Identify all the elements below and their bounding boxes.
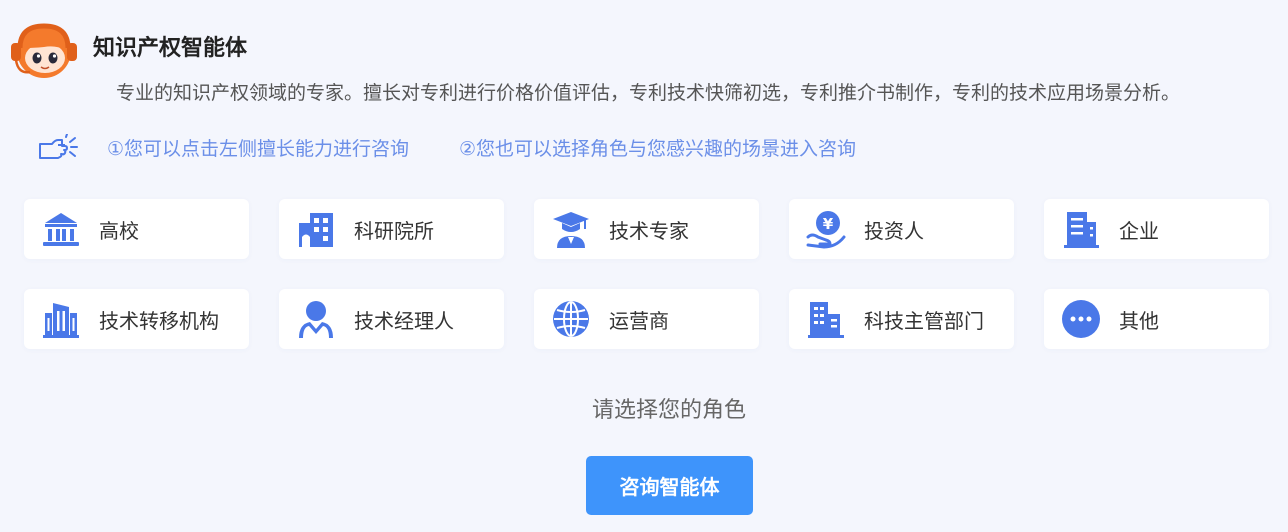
role-card-enterprise[interactable]: 企业 — [1044, 199, 1269, 259]
role-label: 投资人 — [864, 218, 924, 243]
hint-choose-role: ②您也可以选择角色与您感兴趣的场景进入咨询 — [459, 138, 857, 160]
role-card-tech-expert[interactable]: 技术专家 — [534, 199, 759, 259]
role-label: 技术经理人 — [354, 308, 454, 333]
agent-description: 专业的知识产权领域的专家。擅长对专利进行价格价值评估，专利技术快筛初选，专利推介… — [116, 82, 1181, 104]
select-role-prompt: 请选择您的角色 — [591, 398, 746, 423]
svg-text:¥: ¥ — [823, 215, 834, 233]
consult-agent-button[interactable]: 咨询智能体 — [586, 456, 753, 515]
role-label: 运营商 — [609, 308, 669, 333]
role-label: 科研院所 — [354, 218, 434, 243]
role-label: 高校 — [99, 218, 139, 243]
yuan-coin-hand-icon: ¥ — [806, 211, 846, 249]
role-label: 技术转移机构 — [99, 308, 219, 333]
role-card-other[interactable]: 其他 — [1044, 289, 1269, 349]
government-building-icon — [808, 302, 844, 338]
office-building-icon — [43, 303, 79, 338]
more-dots-icon — [1062, 300, 1100, 338]
graduate-cap-icon — [553, 212, 589, 248]
enterprise-building-icon — [1064, 212, 1099, 248]
role-grid: 高校 科研院所 技术专家 ¥ 投资人 企业 技术转移机构 技术经理人 运营商 科… — [24, 199, 1269, 349]
role-card-investor[interactable]: ¥ 投资人 — [789, 199, 1014, 259]
role-card-tech-authority[interactable]: 科技主管部门 — [789, 289, 1014, 349]
role-label: 技术专家 — [609, 218, 689, 243]
hint-click-abilities: ①您可以点击左侧擅长能力进行咨询 — [107, 138, 410, 160]
role-card-research-institute[interactable]: 科研院所 — [279, 199, 504, 259]
role-card-operator[interactable]: 运营商 — [534, 289, 759, 349]
role-label: 其他 — [1119, 308, 1159, 333]
manager-person-icon — [299, 301, 333, 338]
agent-title: 知识产权智能体 — [93, 36, 248, 61]
role-card-university[interactable]: 高校 — [24, 199, 249, 259]
robot-avatar-icon — [11, 23, 77, 78]
role-label: 企业 — [1119, 218, 1159, 243]
role-card-tech-manager[interactable]: 技术经理人 — [279, 289, 504, 349]
role-card-tech-transfer[interactable]: 技术转移机构 — [24, 289, 249, 349]
pointing-hand-icon — [39, 134, 78, 159]
research-institute-icon — [299, 213, 333, 247]
role-label: 科技主管部门 — [864, 308, 984, 333]
globe-icon — [553, 301, 589, 337]
university-icon — [43, 213, 79, 246]
